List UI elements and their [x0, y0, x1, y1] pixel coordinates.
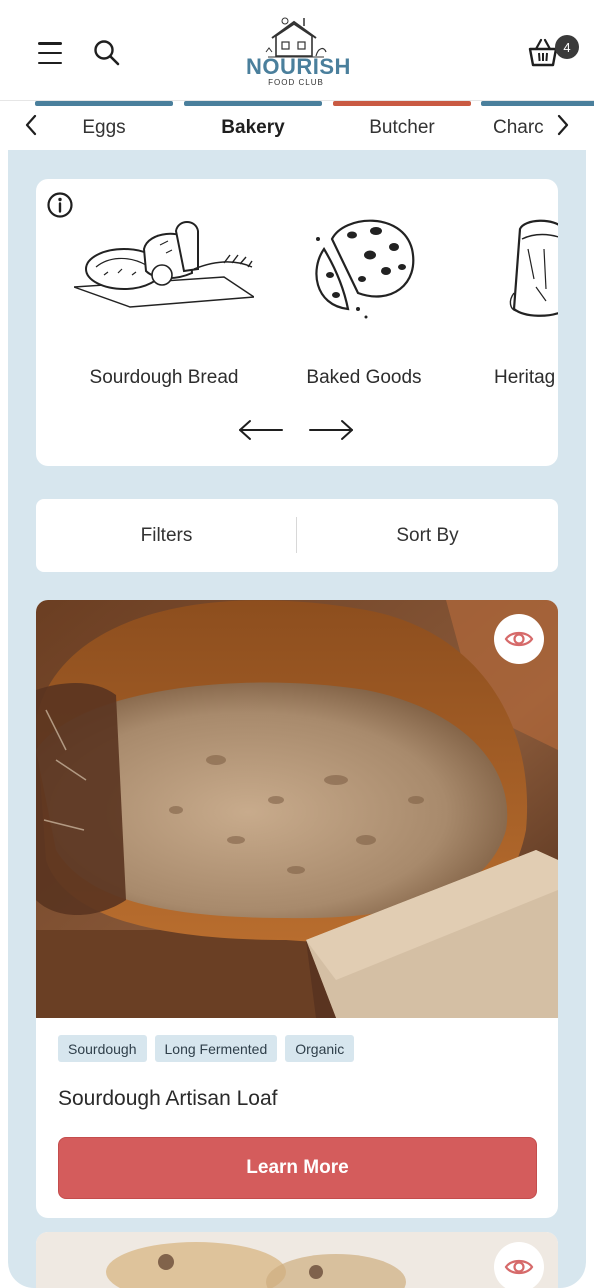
subcategory-label: Baked Goods [306, 367, 422, 388]
tab-eggs[interactable]: Eggs [35, 101, 173, 150]
category-tabs: Eggs Bakery Butcher Charc [0, 100, 594, 150]
tabs-prev-icon[interactable] [20, 112, 42, 138]
search-icon[interactable] [92, 38, 122, 68]
flour-sack-illustration-icon [509, 219, 558, 317]
subcategory-label: Sourdough Bread [89, 367, 239, 388]
product-card: Sourdough Long Fermented Organic Sourdou… [36, 600, 558, 1218]
subcategory-label: Heritag [494, 367, 556, 388]
filter-sort-bar: Filters Sort By [36, 499, 558, 572]
subcategory-baked-goods[interactable]: Baked Goods [274, 179, 454, 409]
brand-tagline: FOOD CLUB [268, 78, 324, 87]
main-content: Sourdough Bread Baked Goods Heritag Filt… [8, 150, 586, 1288]
product-card [36, 1232, 558, 1288]
quick-view-button[interactable] [494, 614, 544, 664]
quick-view-button[interactable] [494, 1242, 544, 1288]
sort-by-button[interactable]: Sort By [297, 499, 558, 572]
basket-icon[interactable] [526, 36, 560, 70]
tabs-next-icon[interactable] [552, 112, 574, 138]
info-icon[interactable] [46, 191, 74, 219]
tab-label: Eggs [82, 117, 126, 138]
tab-label: Charc [493, 117, 544, 138]
subcategory-heritage[interactable]: Heritag [494, 179, 558, 409]
product-image[interactable] [36, 600, 558, 1018]
menu-icon[interactable] [38, 40, 66, 64]
tab-bakery[interactable]: Bakery [184, 101, 322, 150]
learn-more-button[interactable]: Learn More [58, 1137, 537, 1199]
tag-sourdough[interactable]: Sourdough [58, 1035, 147, 1062]
tab-label: Butcher [369, 117, 435, 138]
header: NOURISH FOOD CLUB 4 [0, 0, 594, 100]
product-tags: Sourdough Long Fermented Organic [58, 1035, 355, 1062]
product-title[interactable]: Sourdough Artisan Loaf [58, 1087, 278, 1111]
brand-logo[interactable]: NOURISH FOOD CLUB [246, 16, 351, 92]
tag-long-fermented[interactable]: Long Fermented [154, 1035, 278, 1062]
cart-count-badge: 4 [555, 35, 579, 59]
tab-label: Bakery [221, 117, 285, 138]
tag-organic[interactable]: Organic [285, 1035, 355, 1062]
eye-icon [504, 1259, 534, 1275]
cookie-illustration-icon [315, 219, 415, 319]
subcategory-sourdough-bread[interactable]: Sourdough Bread [74, 179, 254, 409]
eye-icon [504, 631, 534, 647]
product-image[interactable] [36, 1232, 558, 1288]
carousel-prev-arrow-icon[interactable] [236, 417, 284, 443]
brand-name: NOURISH [246, 54, 351, 79]
carousel-next-arrow-icon[interactable] [308, 417, 356, 443]
bread-illustration-icon [74, 221, 254, 308]
subcategory-carousel: Sourdough Bread Baked Goods Heritag [36, 179, 558, 466]
tab-charcuterie[interactable]: Charc [481, 101, 594, 150]
tab-butcher[interactable]: Butcher [333, 101, 471, 150]
filters-button[interactable]: Filters [36, 499, 297, 572]
